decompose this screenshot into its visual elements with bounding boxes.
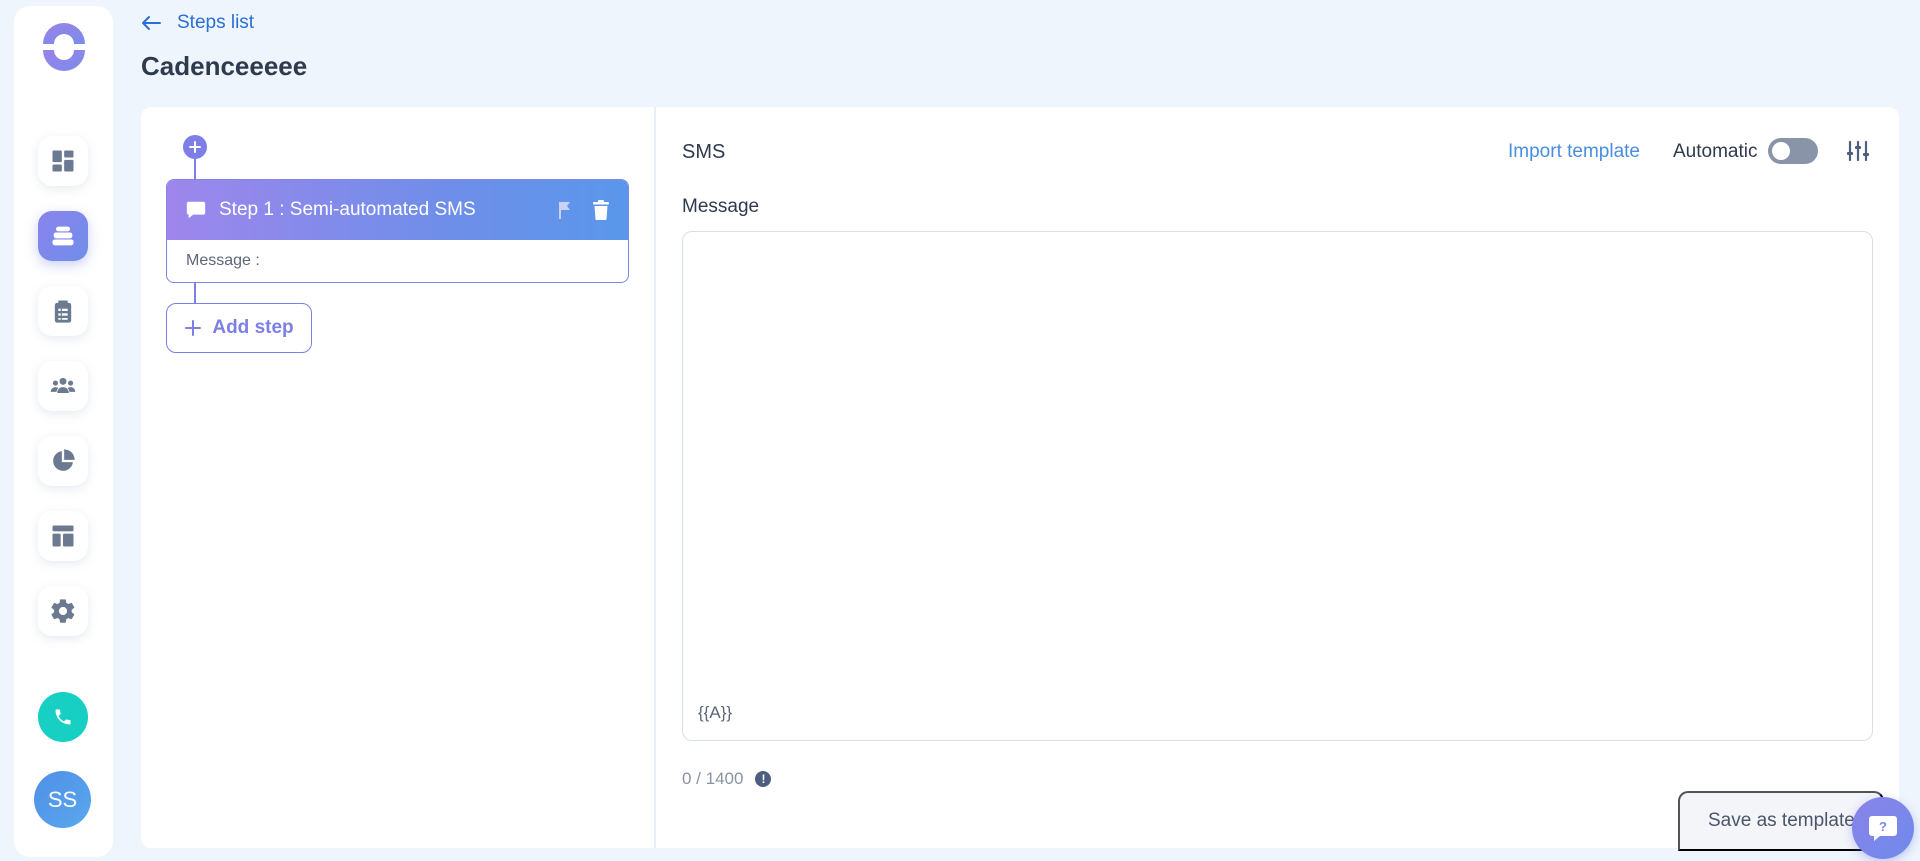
step-body: Message : bbox=[186, 252, 260, 269]
step-card[interactable]: Step 1 : Semi-automated SMS Message : bbox=[166, 179, 629, 283]
sidebar-item-cadences[interactable] bbox=[38, 211, 88, 261]
add-step-button[interactable]: Add step bbox=[166, 303, 312, 353]
import-template-link[interactable]: Import template bbox=[1508, 141, 1640, 163]
sidebar-item-tasks[interactable] bbox=[38, 286, 88, 336]
sidebar-item-templates[interactable] bbox=[38, 511, 88, 561]
steps-panel: Step 1 : Semi-automated SMS Message : Ad… bbox=[141, 107, 654, 848]
sidebar-item-dashboard[interactable] bbox=[38, 136, 88, 186]
step-actions bbox=[556, 200, 610, 220]
help-chat-button[interactable]: ? bbox=[1852, 797, 1914, 859]
avatar[interactable]: SS bbox=[34, 771, 91, 828]
save-template-label: Save as template bbox=[1708, 810, 1855, 831]
message-textarea[interactable] bbox=[682, 231, 1873, 741]
channel-label: SMS bbox=[682, 141, 726, 163]
variable-token[interactable]: {{A}} bbox=[698, 703, 732, 723]
counter-text: 0 / 1400 bbox=[682, 769, 744, 788]
plus-icon bbox=[189, 141, 201, 153]
add-step-label: Add step bbox=[212, 317, 294, 338]
back-label: Steps list bbox=[177, 12, 255, 33]
plus-icon bbox=[185, 320, 202, 336]
svg-text:?: ? bbox=[1879, 819, 1887, 834]
trash-icon[interactable] bbox=[592, 200, 610, 220]
cadence-icon bbox=[52, 226, 74, 246]
clipboard-icon bbox=[54, 300, 72, 323]
call-button[interactable] bbox=[38, 692, 88, 742]
flag-icon[interactable] bbox=[556, 200, 574, 220]
toggle-knob bbox=[1772, 142, 1790, 160]
page-title: Cadenceeeee bbox=[141, 51, 308, 81]
dashboard-icon bbox=[52, 150, 74, 172]
help-chat-icon: ? bbox=[1869, 816, 1897, 841]
info-icon[interactable]: ! bbox=[755, 771, 772, 787]
sidebar-item-contacts[interactable] bbox=[38, 361, 88, 411]
gear-icon bbox=[51, 599, 75, 623]
message-label: Message bbox=[682, 196, 760, 217]
step-connector bbox=[194, 283, 196, 303]
app-logo[interactable] bbox=[39, 22, 89, 72]
step-title: Step 1 : Semi-automated SMS bbox=[219, 199, 476, 220]
users-icon bbox=[50, 377, 76, 393]
automatic-toggle[interactable] bbox=[1768, 138, 1818, 164]
template-icon bbox=[52, 525, 74, 547]
pie-chart-icon bbox=[53, 449, 75, 471]
phone-icon bbox=[55, 709, 71, 725]
avatar-initials: SS bbox=[47, 786, 78, 812]
sidebar: SS bbox=[14, 6, 113, 857]
insert-step-button[interactable] bbox=[183, 135, 207, 159]
automatic-label: Automatic bbox=[1673, 141, 1758, 162]
back-to-steps-link[interactable]: Steps list bbox=[141, 12, 254, 34]
arrow-left-icon bbox=[142, 16, 161, 30]
chat-bubble-icon bbox=[186, 201, 206, 219]
sidebar-item-settings[interactable] bbox=[38, 586, 88, 636]
step-connector bbox=[194, 159, 196, 179]
step-editor: SMS Import template Automatic Message {{… bbox=[656, 107, 1899, 851]
sliders-icon[interactable] bbox=[1846, 140, 1870, 162]
step-header: Step 1 : Semi-automated SMS bbox=[167, 180, 628, 240]
sidebar-item-analytics[interactable] bbox=[38, 436, 88, 486]
character-counter: 0 / 1400 ! bbox=[682, 769, 772, 789]
